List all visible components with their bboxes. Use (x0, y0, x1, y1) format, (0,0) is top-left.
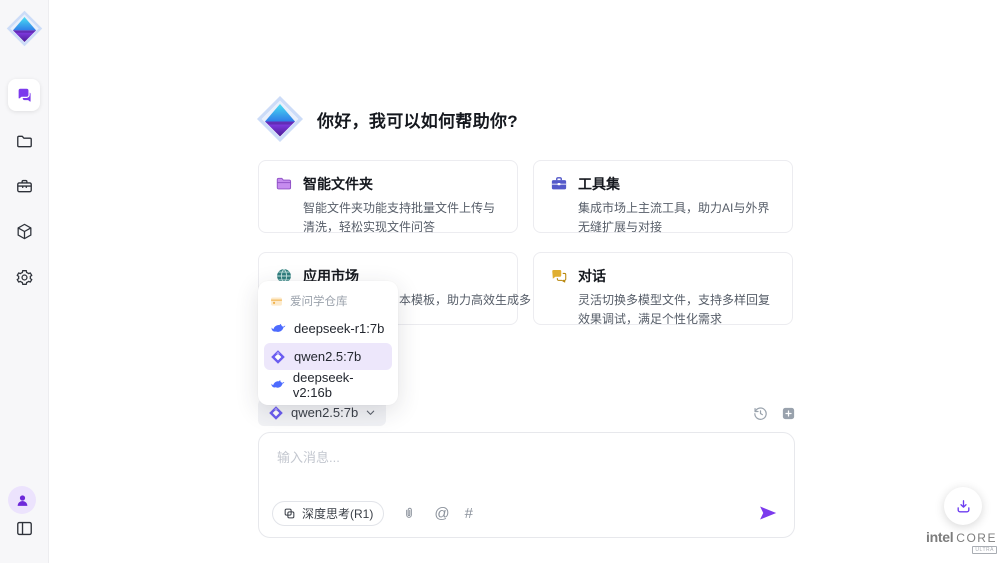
model-option-qwen[interactable]: qwen2.5:7b (264, 343, 392, 370)
intel-brand-text: intel (926, 529, 953, 545)
gear-icon (15, 268, 34, 287)
app-logo-icon[interactable] (6, 10, 43, 47)
folder-icon (15, 132, 34, 151)
deep-think-icon (283, 507, 296, 520)
sidebar-item-chat[interactable] (8, 79, 40, 111)
new-chat-button[interactable] (778, 403, 798, 423)
model-option-deepseek-v2[interactable]: deepseek-v2:16b (264, 371, 392, 398)
attach-file-button[interactable] (399, 503, 419, 523)
deepseek-whale-icon (270, 321, 286, 337)
send-icon (758, 503, 778, 523)
selected-model-label: qwen2.5:7b (291, 405, 358, 420)
composer-toolbar: 深度思考(R1) @ # (272, 500, 778, 526)
card-title: 对话 (578, 266, 606, 286)
download-icon (955, 498, 972, 515)
hashtag-button[interactable]: # (465, 506, 473, 521)
app-logo-large-icon (256, 95, 304, 143)
message-composer: 深度思考(R1) @ # (258, 432, 795, 538)
model-option-deepseek-r1[interactable]: deepseek-r1:7b (264, 315, 392, 342)
card-toolset[interactable]: 工具集 集成市场上主流工具，助力AI与外界无缝扩展与对接 (533, 160, 793, 233)
user-avatar[interactable] (8, 486, 36, 514)
card-description-visible-fragment: 本模板，助力高效生成多 (399, 291, 531, 308)
download-button[interactable] (944, 487, 982, 525)
intel-core-logo: intel core ultra (926, 529, 997, 554)
paperclip-icon (402, 506, 416, 520)
app-window: 你好，我可以如何帮助你? 智能文件夹 智能文件夹功能支持批量文件上传与清洗，轻松… (0, 0, 1000, 563)
qwen-icon (268, 405, 284, 421)
intel-core-text: core (956, 531, 997, 545)
chat-bubbles-icon (550, 267, 568, 285)
repo-icon (270, 295, 283, 308)
qwen-icon (270, 349, 286, 365)
sidebar-collapse-button[interactable] (8, 512, 40, 544)
card-description: 灵活切换多模型文件，支持多样回复效果调试，满足个性化需求 (578, 291, 778, 328)
history-button[interactable] (750, 403, 770, 423)
sidebar-item-folders[interactable] (8, 125, 40, 157)
chat-actions (750, 403, 798, 423)
sidebar-item-settings[interactable] (8, 261, 40, 293)
sidebar-item-models[interactable] (8, 215, 40, 247)
card-title: 智能文件夹 (303, 174, 373, 194)
model-option-label: deepseek-r1:7b (294, 321, 384, 336)
panel-toggle-icon (15, 519, 34, 538)
folder-icon (275, 175, 293, 193)
deep-think-label: 深度思考(R1) (302, 505, 373, 522)
chat-icon (15, 86, 34, 105)
deep-think-toggle[interactable]: 深度思考(R1) (272, 501, 384, 526)
greeting: 你好，我可以如何帮助你? (256, 95, 518, 143)
message-input[interactable] (259, 433, 794, 487)
model-group-label: 爱问学仓库 (290, 293, 348, 309)
card-title: 工具集 (578, 174, 620, 194)
card-description: 智能文件夹功能支持批量文件上传与清洗，轻松实现文件问答 (303, 199, 503, 236)
briefcase-icon (15, 177, 34, 196)
deepseek-whale-icon (270, 377, 285, 393)
sidebar-item-toolbox[interactable] (8, 170, 40, 202)
user-icon (15, 493, 30, 508)
card-description: 集成市场上主流工具，助力AI与外界无缝扩展与对接 (578, 199, 778, 236)
cube-icon (15, 222, 34, 241)
model-option-label: qwen2.5:7b (294, 349, 361, 364)
card-smart-folder[interactable]: 智能文件夹 智能文件夹功能支持批量文件上传与清洗，轻松实现文件问答 (258, 160, 518, 233)
greeting-text: 你好，我可以如何帮助你? (317, 107, 518, 132)
model-group-header: 爱问学仓库 (264, 287, 392, 314)
sidebar (0, 0, 49, 563)
briefcase-icon (550, 175, 568, 193)
model-option-label: deepseek-v2:16b (293, 370, 386, 400)
history-icon (752, 405, 769, 422)
mention-button[interactable]: @ (434, 506, 449, 521)
card-dialogue[interactable]: 对话 灵活切换多模型文件，支持多样回复效果调试，满足个性化需求 (533, 252, 793, 325)
chevron-down-icon (365, 407, 376, 418)
send-button[interactable] (758, 503, 778, 523)
model-dropdown: 爱问学仓库 deepseek-r1:7b qwen2.5:7b deepseek… (258, 281, 398, 405)
new-chat-icon (781, 406, 796, 421)
intel-ultra-badge: ultra (972, 546, 997, 554)
